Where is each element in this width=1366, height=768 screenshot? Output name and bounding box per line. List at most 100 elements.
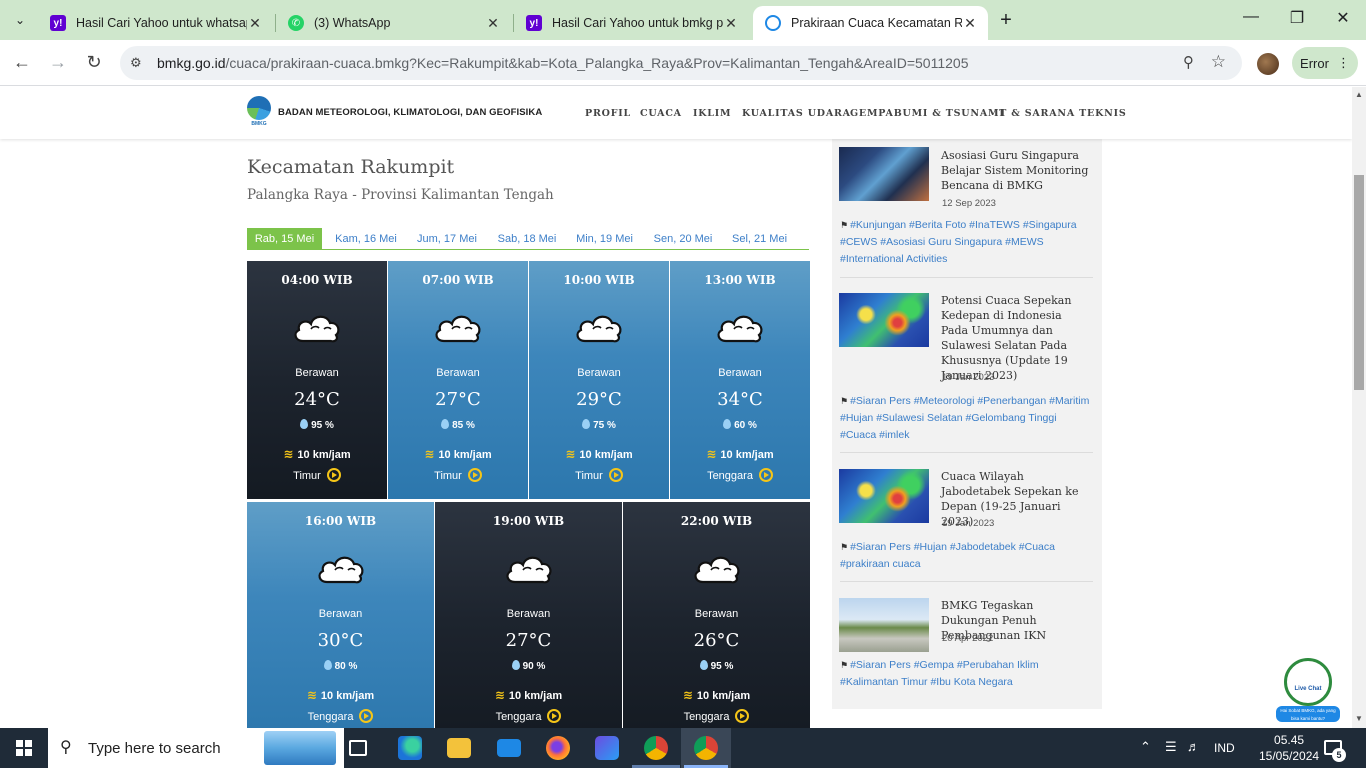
show-hidden-icons-chevron-icon[interactable]: ⌃ <box>1140 739 1151 755</box>
news-title[interactable]: Potensi Cuaca Sepekan Kedepan di Indones… <box>941 293 1091 383</box>
compass-icon <box>608 468 623 482</box>
bmkg-logo[interactable]: BMKG <box>247 96 271 130</box>
windows-start-icon[interactable] <box>16 740 32 756</box>
menu-profil[interactable]: PROFIL <box>585 108 631 119</box>
forecast-humidity: 95 % <box>623 660 810 672</box>
firefox-icon[interactable] <box>546 736 570 760</box>
bmkg-icon <box>765 15 781 31</box>
clock-date: 15/05/2024 <box>1259 749 1320 763</box>
humidity-value: 95 % <box>710 661 734 672</box>
forecast-card: 19:00 WIB Berawan 27°C 90 % ≋ 10 km/jam Tengga… <box>435 502 622 728</box>
live-chat-widget[interactable]: Live Chat Hai Sobat BMKG, ada yang bisa … <box>1276 658 1340 724</box>
copilot-icon[interactable] <box>595 736 619 760</box>
new-tab-plus-icon[interactable]: + <box>995 9 1017 32</box>
news-tags-text[interactable]: #Siaran Pers #Gempa #Perubahan Iklim #Ka… <box>840 659 1039 688</box>
tag-icon: ⚑ <box>840 396 849 406</box>
scroll-up-icon[interactable]: ▲ <box>1352 90 1366 99</box>
menu-it-sarana-teknis[interactable]: IT & SARANA TEKNIS <box>994 108 1127 119</box>
profile-avatar[interactable] <box>1257 53 1279 75</box>
tab-day-21[interactable]: Sel, 21 Mei <box>727 228 792 250</box>
forecast-card: 16:00 WIB Berawan 30°C 80 % ≋ 10 km/jam Tengga… <box>247 502 434 728</box>
reload-icon[interactable]: ↻ <box>83 52 105 73</box>
humidity-drop-icon <box>723 419 732 429</box>
mail-icon[interactable] <box>497 739 521 757</box>
tab-day-18[interactable]: Sab, 18 Mei <box>492 228 562 250</box>
zoom-magnifier-icon[interactable]: ⚲ <box>1183 53 1194 71</box>
volume-icon[interactable]: ♬ <box>1187 739 1200 754</box>
wind-speed: 10 km/jam <box>297 449 351 461</box>
close-icon[interactable]: ✕ <box>247 15 263 32</box>
address-bar[interactable]: ⚙ bmkg.go.id/cuaca/prakiraan-cuaca.bmkg?… <box>120 46 1242 80</box>
url-path: /cuaca/prakiraan-cuaca.bmkg?Kec=Rakumpit… <box>225 55 969 71</box>
chrome-icon[interactable] <box>644 736 668 760</box>
humidity-drop-icon <box>582 419 591 429</box>
system-clock[interactable]: 05.45 15/05/2024 <box>1259 732 1319 764</box>
menu-gempabumi-tsunami[interactable]: GEMPABUMI & TSUNAMI <box>850 108 1005 119</box>
web-page: BMKG BADAN METEOROLOGI, KLIMATOLOGI, DAN… <box>0 87 1352 728</box>
tab-day-15[interactable]: Rab, 15 Mei <box>247 228 322 250</box>
news-tags-text[interactable]: #Siaran Pers #Hujan #Jabodetabek #Cuaca … <box>840 541 1055 570</box>
wind-speed: 10 km/jam <box>720 449 774 461</box>
forward-arrow-icon[interactable]: → <box>47 52 69 73</box>
news-date: 19 Jan 2023 <box>942 518 995 529</box>
tab-day-19[interactable]: Min, 19 Mei <box>571 228 638 250</box>
tag-icon: ⚑ <box>840 660 849 670</box>
search-placeholder: Type here to search <box>88 740 221 757</box>
kebab-menu-icon: ⋮ <box>1336 55 1350 70</box>
menu-cuaca[interactable]: CUACA <box>640 108 682 119</box>
news-thumbnail[interactable] <box>839 469 929 523</box>
network-icon[interactable]: ☰ <box>1165 739 1177 755</box>
forecast-wind: ≋ 10 km/jam <box>670 447 810 461</box>
whatsapp-icon: ✆ <box>288 15 304 31</box>
page-scrollbar[interactable]: ▲ ▼ <box>1352 87 1366 728</box>
scrollbar-thumb[interactable] <box>1354 175 1364 390</box>
edge-icon[interactable] <box>398 736 422 760</box>
menu-iklim[interactable]: IKLIM <box>693 108 731 119</box>
news-thumbnail[interactable] <box>839 147 929 201</box>
scroll-down-icon[interactable]: ▼ <box>1352 714 1366 723</box>
menu-kualitas-udara[interactable]: KUALITAS UDARA <box>742 108 851 119</box>
tab-yahoo-whatsapp[interactable]: y! Hasil Cari Yahoo untuk whatsapp ✕ <box>38 6 273 40</box>
news-tags-text[interactable]: #Kunjungan #Berita Foto #InaTEWS #Singap… <box>840 219 1077 265</box>
wind-speed: 10 km/jam <box>438 449 492 461</box>
window-close-icon[interactable]: ✕ <box>1320 8 1366 28</box>
forecast-time: 19:00 WIB <box>492 514 565 528</box>
file-explorer-icon[interactable] <box>447 738 471 758</box>
tab-day-17[interactable]: Jum, 17 Mei <box>411 228 483 250</box>
back-arrow-icon[interactable]: ← <box>11 52 33 73</box>
chrome-profile-icon[interactable] <box>694 736 718 760</box>
cloudy-weather-icon <box>291 307 343 347</box>
close-icon[interactable]: ✕ <box>723 15 739 32</box>
tab-day-16[interactable]: Kam, 16 Mei <box>329 228 403 250</box>
close-icon[interactable]: ✕ <box>962 15 978 32</box>
news-thumbnail[interactable] <box>839 293 929 347</box>
restore-icon[interactable]: ❐ <box>1274 8 1320 28</box>
news-thumbnail[interactable] <box>839 598 929 652</box>
task-view-icon[interactable] <box>349 740 367 756</box>
taskbar-search[interactable]: ⚲ Type here to search <box>48 728 344 768</box>
minimize-icon[interactable]: — <box>1228 8 1274 26</box>
bmkg-logo-icon <box>247 96 271 120</box>
tab-whatsapp[interactable]: ✆ (3) WhatsApp ✕ <box>276 6 511 40</box>
error-button[interactable]: Error ⋮ <box>1292 47 1358 79</box>
close-icon[interactable]: ✕ <box>485 15 501 32</box>
news-title[interactable]: Asosiasi Guru Singapura Belajar Sistem M… <box>941 148 1091 193</box>
tab-day-20[interactable]: Sen, 20 Mei <box>648 228 718 250</box>
news-tags-text[interactable]: #Siaran Pers #Meteorologi #Penerbangan #… <box>840 395 1089 441</box>
cloudy-weather-icon <box>573 307 625 347</box>
language-indicator[interactable]: IND <box>1214 741 1235 755</box>
tab-title: (3) WhatsApp <box>314 16 391 30</box>
bookmark-star-icon[interactable]: ☆ <box>1211 52 1226 72</box>
news-tags: ⚑ #Kunjungan #Berita Foto #InaTEWS #Singa… <box>840 217 1090 268</box>
compass-icon <box>359 709 374 723</box>
tab-title: Hasil Cari Yahoo untuk bmkg pa <box>552 16 723 30</box>
humidity-value: 90 % <box>522 661 546 672</box>
site-settings-icon[interactable]: ⚙ <box>130 55 142 71</box>
compass-icon <box>735 709 750 723</box>
forecast-time: 22:00 WIB <box>680 514 753 528</box>
tab-bmkg-prakiraan[interactable]: Prakiraan Cuaca Kecamatan Rak ✕ <box>753 6 988 40</box>
news-tags: ⚑ #Siaran Pers #Hujan #Jabodetabek #Cuaca… <box>840 539 1090 573</box>
wind-icon: ≋ <box>494 688 505 702</box>
tab-yahoo-bmkg[interactable]: y! Hasil Cari Yahoo untuk bmkg pa ✕ <box>514 6 749 40</box>
tab-search-button[interactable]: ⌄ <box>8 8 32 32</box>
